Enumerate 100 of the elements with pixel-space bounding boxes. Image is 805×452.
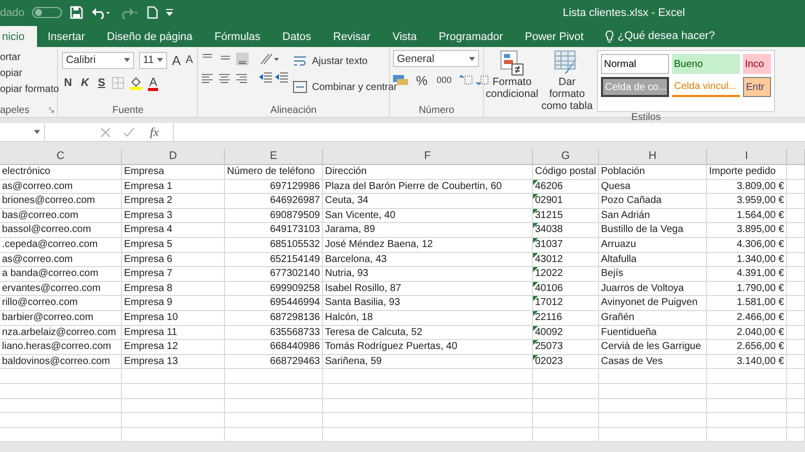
table-cell: 3.895,00 € xyxy=(707,223,787,238)
column-header[interactable]: C xyxy=(0,149,122,165)
font-size-dropdown[interactable]: 11 xyxy=(139,52,167,68)
ribbon-tab[interactable]: Diseño de página xyxy=(96,26,204,47)
tell-me-search[interactable]: ¿Qué desea hacer? xyxy=(618,30,715,42)
ribbon-tab[interactable]: Vista xyxy=(381,26,428,47)
table-brush-icon xyxy=(554,50,580,76)
group-label: Alineación xyxy=(270,104,317,116)
clipboard-button[interactable]: opiar xyxy=(0,68,59,79)
empty-cell xyxy=(533,384,599,398)
customize-dropdown-icon[interactable] xyxy=(166,9,174,16)
caret-icon xyxy=(157,58,163,62)
dialog-launcher-icon[interactable] xyxy=(49,107,54,113)
table-header-cell: Importe pedido xyxy=(707,165,787,180)
table-cell: barbier@correo.com xyxy=(0,310,122,326)
table-cell: Empresa 13 xyxy=(122,354,225,370)
column-header[interactable]: H xyxy=(599,149,707,165)
cell-style-button[interactable]: Bueno xyxy=(672,54,740,74)
table-cell: Quesa xyxy=(599,180,707,194)
table-cell: Halcón, 18 xyxy=(323,310,533,326)
table-cell: Ceuta, 34 xyxy=(323,194,533,209)
percent-button[interactable]: % xyxy=(414,72,430,88)
ribbon-tab[interactable]: Fórmulas xyxy=(204,26,272,47)
ribbon-tab[interactable]: Programador xyxy=(428,26,514,47)
ribbon-tab[interactable]: Power Pivot xyxy=(514,26,595,47)
table-cell: 635568733 xyxy=(225,326,323,340)
table-header-cell: Empresa xyxy=(122,165,225,180)
ribbon-tab[interactable]: Datos xyxy=(271,26,322,47)
empty-cell xyxy=(787,282,805,296)
empty-cell xyxy=(787,384,805,398)
empty-cell xyxy=(787,310,805,326)
empty-cell xyxy=(787,180,805,194)
table-cell: 22116 xyxy=(533,310,599,326)
autosave-toggle[interactable] xyxy=(32,7,62,18)
new-document-icon[interactable] xyxy=(147,6,158,19)
table-cell: 02901 xyxy=(533,194,599,209)
group-label: Número xyxy=(418,104,454,116)
font-name-dropdown[interactable]: Calibri xyxy=(62,52,134,68)
table-cell: Empresa 10 xyxy=(122,310,225,326)
clipboard-button[interactable]: opiar formato xyxy=(0,84,59,95)
ribbon-tab[interactable]: nicio xyxy=(0,26,37,47)
table-cell: Plaza del Barón Pierre de Coubertin, 60 xyxy=(323,180,533,194)
underline-button[interactable]: S xyxy=(96,77,108,89)
insert-function-button[interactable]: fx xyxy=(148,124,161,140)
thousands-button[interactable]: 000 xyxy=(434,75,454,85)
table-cell: Empresa 11 xyxy=(122,326,225,340)
bold-button[interactable]: N xyxy=(62,77,74,89)
format-as-table-button[interactable]: Dar formato como tabla xyxy=(541,50,593,112)
ribbon-tab[interactable]: Revisar xyxy=(322,26,382,47)
table-cell: Empresa 6 xyxy=(122,252,225,268)
cell-style-button[interactable]: Normal xyxy=(601,54,669,74)
table-cell: 695446994 xyxy=(225,296,323,311)
column-header[interactable]: D xyxy=(122,149,225,165)
shrink-font-button[interactable]: A xyxy=(186,54,194,66)
table-cell: a banda@correo.com xyxy=(0,267,122,282)
group-label: Estilos xyxy=(631,112,661,123)
italic-button[interactable]: K xyxy=(78,77,91,89)
lightbulb-icon xyxy=(604,30,614,42)
merge-center-icon xyxy=(293,81,307,93)
empty-cell xyxy=(533,413,599,428)
table-cell: 687298136 xyxy=(225,310,323,326)
window-title: Lista clientes.xlsx - Excel xyxy=(562,6,685,18)
font-color-button[interactable]: A xyxy=(148,76,158,90)
table-cell: 4.306,00 € xyxy=(707,238,787,253)
table-cell: Casas de Ves xyxy=(599,354,707,370)
column-header[interactable]: E xyxy=(225,149,323,165)
undo-icon[interactable] xyxy=(91,6,112,18)
table-cell: Arruazu xyxy=(599,238,707,253)
table-cell: San Vicente, 40 xyxy=(323,208,533,224)
table-cell: 4.391,00 € xyxy=(707,267,787,282)
fill-color-icon[interactable] xyxy=(129,76,144,90)
clipboard-button[interactable]: ortar xyxy=(0,52,59,63)
orientation-icon[interactable] xyxy=(259,52,279,66)
grow-font-button[interactable]: A xyxy=(172,52,181,68)
indent-icon[interactable] xyxy=(259,72,289,84)
conditional-format-button[interactable]: Formato condicional xyxy=(487,50,537,112)
table-cell: rillo@correo.com xyxy=(0,296,122,311)
cell-style-button[interactable]: Inco xyxy=(743,54,771,74)
empty-cell xyxy=(533,369,599,384)
decimal-icon[interactable] xyxy=(458,74,491,86)
table-cell: 17012 xyxy=(533,296,599,311)
column-header[interactable]: G xyxy=(533,149,599,165)
cell-style-button[interactable]: Entr xyxy=(743,77,771,97)
column-header[interactable]: F xyxy=(323,149,533,165)
table-cell: briones@correo.com xyxy=(0,194,122,209)
table-cell: Teresa de Calcuta, 52 xyxy=(323,326,533,340)
save-icon[interactable] xyxy=(70,6,84,19)
table-cell: Fuentidueña xyxy=(599,326,707,340)
table-cell: Empresa 7 xyxy=(122,267,225,282)
number-format-dropdown[interactable]: General xyxy=(393,50,479,67)
ribbon-tab[interactable]: Insertar xyxy=(36,26,96,47)
merge-center-button[interactable]: Combinar y centrar xyxy=(312,82,398,92)
table-cell: 1.340,00 € xyxy=(707,252,787,268)
table-cell: 12022 xyxy=(533,267,599,282)
table-cell: Empresa 4 xyxy=(122,223,225,238)
column-header[interactable]: I xyxy=(707,149,787,165)
wrap-text-button[interactable]: Ajustar texto xyxy=(312,56,368,66)
borders-icon[interactable] xyxy=(112,77,124,89)
table-cell: Empresa 2 xyxy=(122,194,225,209)
empty-cell xyxy=(787,165,805,180)
